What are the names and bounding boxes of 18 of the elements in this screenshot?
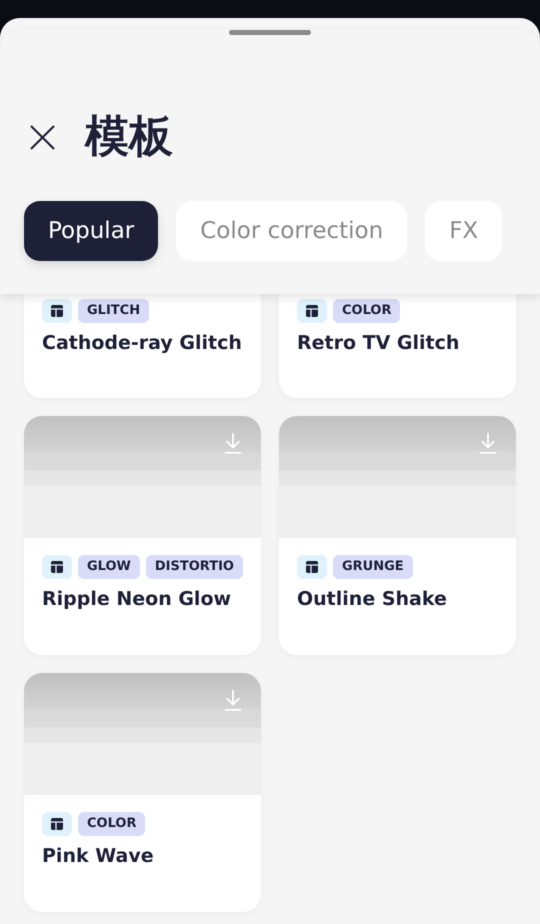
sheet-title: 模板 [85,114,173,160]
template-card[interactable]: GRUNGE Outline Shake [279,416,516,655]
category-tag: COLOR [78,812,146,836]
template-name: Cathode-ray Glitch [42,332,243,354]
template-name: Outline Shake [297,588,448,610]
template-name: Retro TV Glitch [297,332,460,354]
template-card[interactable]: COLOR Pink Wave [24,673,261,912]
category-tag: GLITCH [78,299,150,323]
category-tag: GRUNGE [333,555,413,579]
template-name: Ripple Neon Glow [42,588,232,610]
category-tag: COLOR [333,299,400,323]
template-card[interactable]: COLOR Retro TV Glitch [279,294,516,398]
template-name: Pink Wave [42,845,155,867]
template-card[interactable]: GLOW DISTORTIO Ripple Neon Glow [24,416,261,655]
template-card[interactable]: GLITCH Cathode-ray Glitch [24,294,261,398]
category-tab[interactable]: Popular [24,201,158,261]
category-tag: DISTORTIO [146,555,243,579]
category-tag: GLOW [78,555,140,579]
